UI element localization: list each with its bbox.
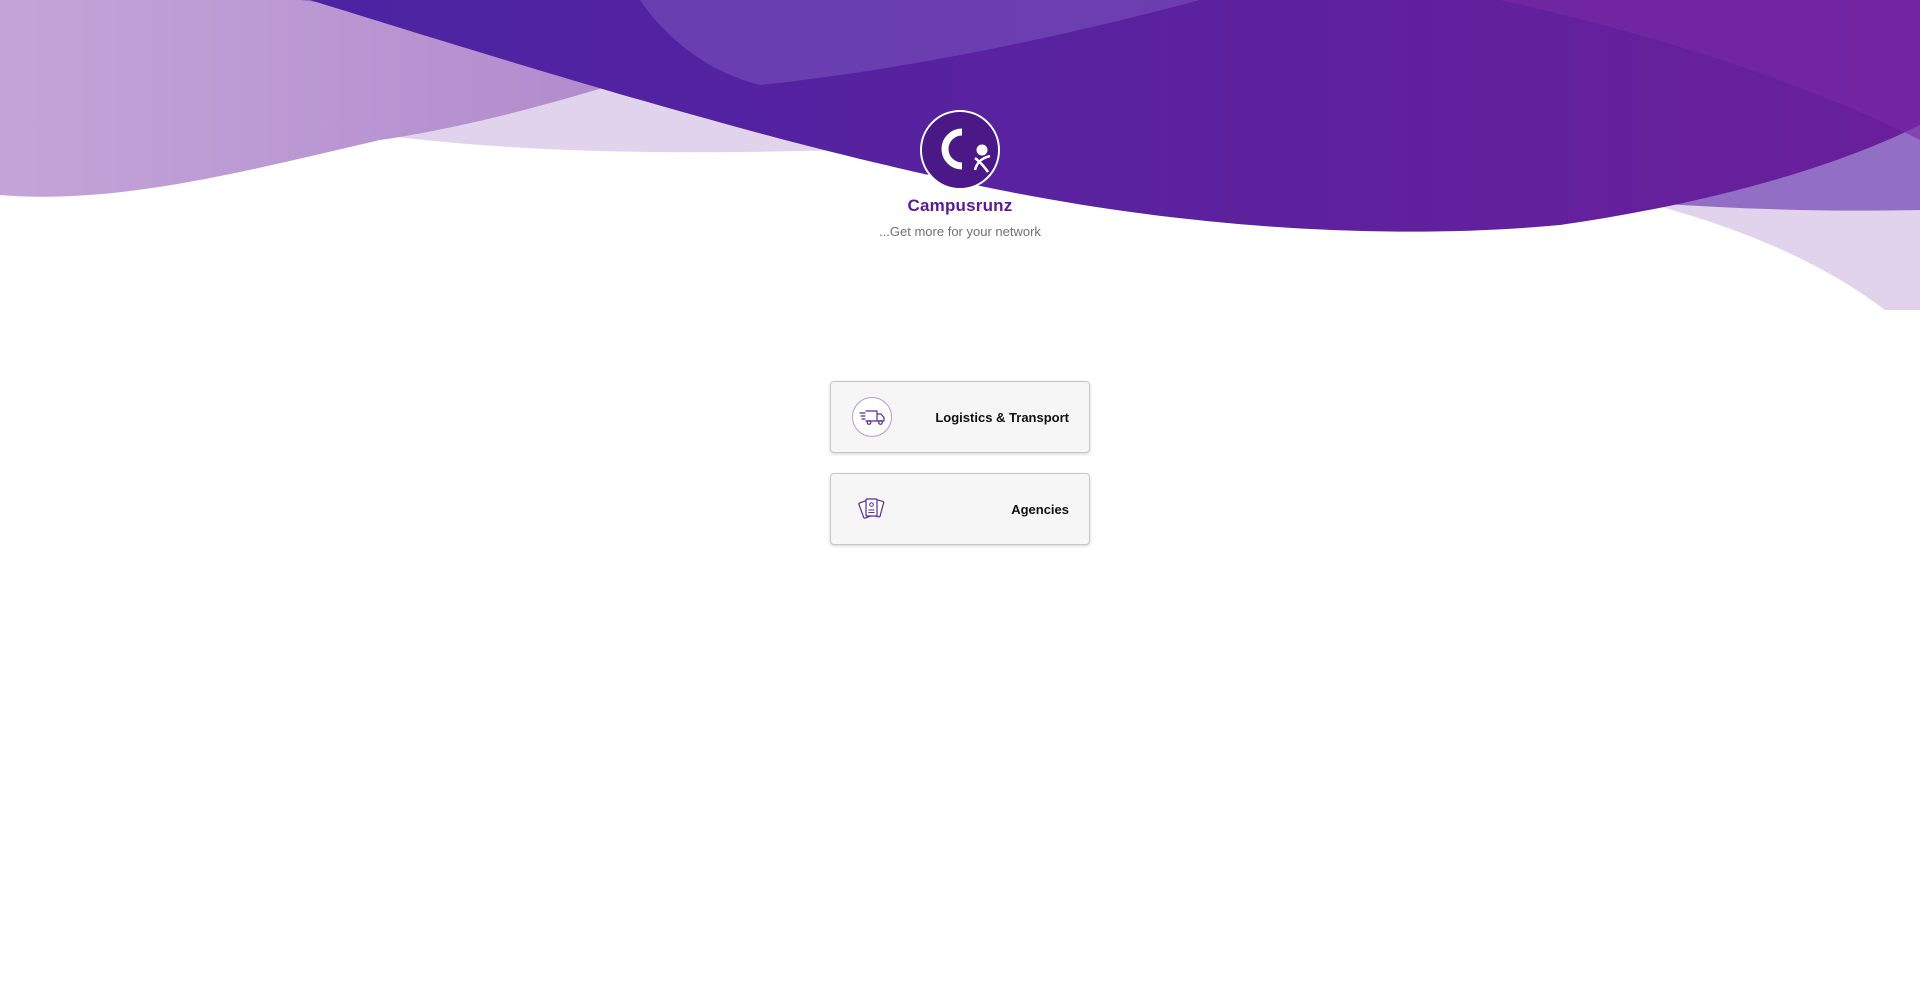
brand-tagline: ...Get more for your network xyxy=(879,224,1041,239)
agencies-label: Agencies xyxy=(1011,501,1069,517)
campusrunz-logo xyxy=(920,110,1000,190)
brand-name: Campusrunz xyxy=(907,196,1013,215)
landing-page: Campusrunz ...Get more for your network xyxy=(0,0,1920,993)
brand-header: Campusrunz ...Get more for your network xyxy=(0,110,1920,239)
id-cards-icon xyxy=(851,488,893,530)
logistics-transport-button[interactable]: Logistics & Transport xyxy=(830,381,1090,453)
agencies-button[interactable]: Agencies xyxy=(830,473,1090,545)
category-options: Logistics & Transport Agencies xyxy=(830,381,1090,565)
delivery-truck-icon xyxy=(851,396,893,438)
logistics-transport-label: Logistics & Transport xyxy=(935,409,1069,425)
